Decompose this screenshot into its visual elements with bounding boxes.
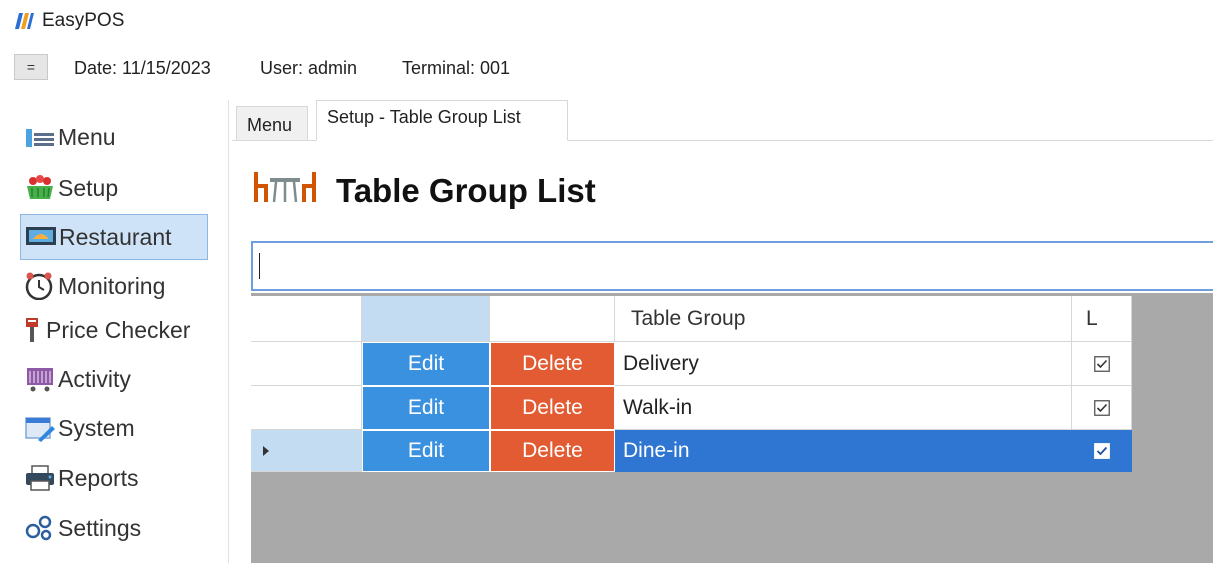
delete-button[interactable]: Delete: [490, 342, 615, 386]
sidebar-item-reports[interactable]: Reports: [20, 455, 208, 501]
locked-checkbox[interactable]: [1072, 430, 1132, 472]
sidebar-divider: [228, 100, 229, 563]
sidebar-item-settings[interactable]: Settings: [20, 505, 208, 551]
tab-strip: Menu Setup - Table Group List: [232, 100, 1213, 141]
text-caret: [259, 253, 260, 279]
current-row-arrow-icon: [263, 445, 269, 456]
checkbox-checked-icon: [1093, 355, 1110, 372]
date-label: Date: 11/15/2023: [74, 58, 211, 78]
restaurant-icon: [21, 222, 61, 252]
setup-basket-icon: [20, 173, 60, 203]
page-title: Table Group List: [336, 172, 596, 209]
sidebar-item-label: Settings: [58, 514, 142, 541]
row-header[interactable]: [251, 342, 362, 386]
table-group-cell[interactable]: Walk-in: [615, 386, 1072, 430]
system-icon: [20, 413, 60, 443]
sidebar-item-system[interactable]: System: [20, 405, 208, 451]
table-group-cell-selected[interactable]: Dine-in: [615, 430, 1072, 472]
title-bar: EasyPOS: [0, 0, 1213, 44]
sidebar-item-label: Setup: [58, 174, 119, 201]
locked-checkbox[interactable]: [1072, 342, 1132, 386]
tab-setup-table-group-list[interactable]: Setup - Table Group List: [316, 100, 568, 141]
sidebar-item-menu[interactable]: Menu: [20, 114, 208, 160]
app-title: EasyPOS: [42, 10, 125, 31]
column-header-edit[interactable]: [362, 296, 490, 342]
sidebar-item-label: Activity: [58, 365, 131, 392]
row-header-current[interactable]: [251, 430, 362, 472]
table-group-cell[interactable]: Delivery: [615, 342, 1072, 386]
sidebar-item-label: Menu: [58, 123, 116, 150]
gears-icon: [20, 513, 60, 543]
sidebar-item-price-checker[interactable]: Price Checker: [20, 307, 208, 353]
delete-button[interactable]: Delete: [490, 386, 615, 430]
menu-toggle-button[interactable]: =: [14, 54, 48, 80]
sidebar: Menu Setup Restaurant Monitoring Price C…: [0, 100, 228, 563]
info-bar: = Date: 11/15/2023 User: admin Terminal:…: [0, 50, 1213, 86]
sidebar-item-label: Price Checker: [46, 316, 191, 343]
grid-corner-header: [251, 296, 362, 342]
sidebar-item-restaurant[interactable]: Restaurant: [20, 214, 208, 260]
delete-button[interactable]: Delete: [490, 430, 615, 472]
sidebar-item-label: Reports: [58, 464, 139, 491]
sidebar-item-monitoring[interactable]: Monitoring: [20, 263, 208, 309]
easypos-logo-icon: [15, 13, 34, 29]
sidebar-item-label: System: [58, 414, 135, 441]
table-chairs-icon: [254, 172, 316, 203]
price-tag-icon: [20, 315, 48, 345]
locked-checkbox[interactable]: [1072, 386, 1132, 430]
sidebar-item-activity[interactable]: Activity: [20, 356, 208, 402]
menu-icon: [20, 122, 60, 152]
edit-button[interactable]: Edit: [362, 386, 490, 430]
column-header-table-group[interactable]: Table Group: [615, 296, 1072, 342]
search-input[interactable]: [251, 241, 1213, 291]
sidebar-item-setup[interactable]: Setup: [20, 165, 208, 211]
column-header-l[interactable]: L: [1072, 296, 1132, 342]
sidebar-item-label: Monitoring: [58, 272, 166, 299]
row-header[interactable]: [251, 386, 362, 430]
activity-cart-icon: [20, 364, 60, 394]
user-label: User: admin: [260, 58, 358, 78]
checkbox-checked-icon: [1093, 442, 1110, 459]
sidebar-item-label: Restaurant: [59, 223, 172, 250]
terminal-label: Terminal: 001: [402, 58, 511, 78]
tab-menu[interactable]: Menu: [236, 106, 308, 140]
column-header-delete[interactable]: [490, 296, 615, 342]
checkbox-checked-icon: [1093, 399, 1110, 416]
edit-button[interactable]: Edit: [362, 430, 490, 472]
printer-icon: [20, 463, 60, 493]
monitoring-clock-icon: [20, 271, 60, 301]
edit-button[interactable]: Edit: [362, 342, 490, 386]
